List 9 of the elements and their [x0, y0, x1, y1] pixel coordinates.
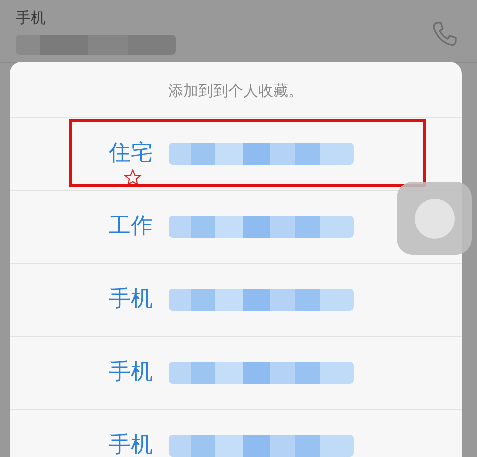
sheet-option[interactable]: 手机 — [10, 264, 395, 336]
field-label: 手机 — [16, 9, 47, 27]
phone-icon[interactable] — [431, 20, 459, 48]
sheet-option[interactable]: 工作 — [10, 191, 395, 263]
assistive-touch-button[interactable] — [397, 182, 472, 255]
sheet-title: 添加到到个人收藏。 — [10, 62, 462, 118]
sheet-option[interactable]: 手机 — [10, 410, 395, 457]
sheet-option[interactable]: 手机 — [10, 337, 395, 409]
sheet-option[interactable]: 住宅 — [10, 118, 395, 190]
